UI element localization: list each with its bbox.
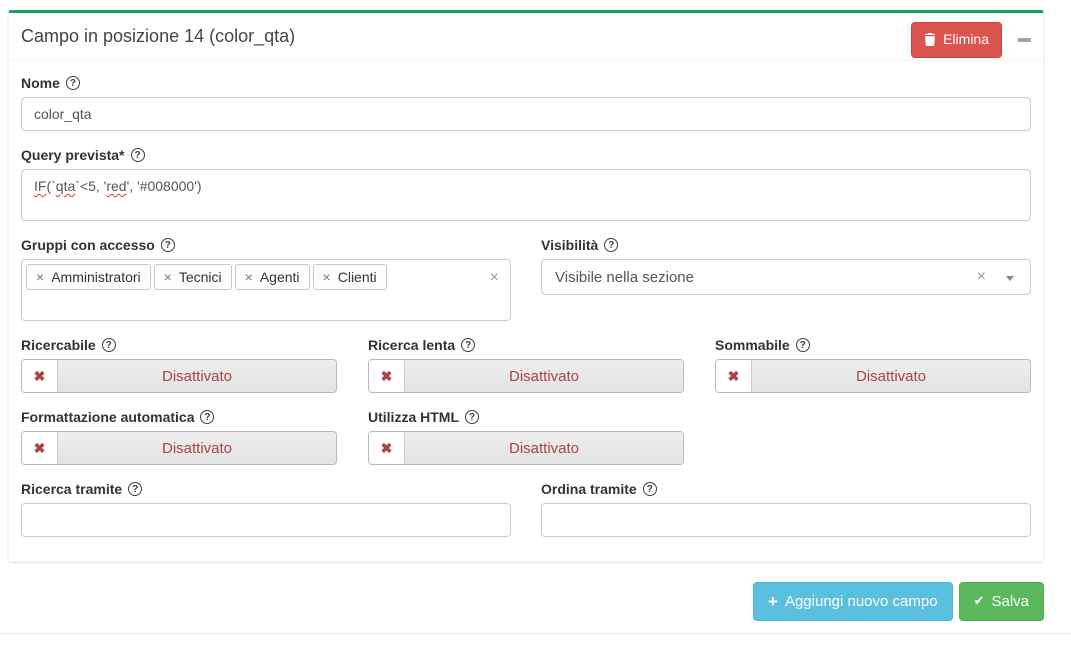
tag-remove-icon[interactable]: × bbox=[245, 268, 253, 286]
row-toggles-2: Formattazione automatica ? ✖ Disattivato… bbox=[21, 409, 1031, 465]
collapse-minus-icon[interactable] bbox=[1018, 38, 1031, 42]
trash-icon bbox=[924, 33, 936, 46]
chevron-down-icon[interactable] bbox=[1006, 276, 1014, 281]
gruppi-label: Gruppi con accesso ? bbox=[21, 237, 511, 253]
field-group-query: Query prevista* ? IF(`qta`<5, 'red', '#0… bbox=[21, 147, 1031, 221]
field-group-visibilita: Visibilità ? Visibile nella sezione × bbox=[541, 237, 1031, 321]
help-icon[interactable]: ? bbox=[128, 482, 142, 496]
gruppi-multiselect[interactable]: × Amministratori × Tecnici × Agenti × bbox=[21, 259, 511, 321]
group-tag: × Tecnici bbox=[154, 264, 232, 290]
help-icon[interactable]: ? bbox=[131, 148, 145, 162]
query-text-part: qta bbox=[56, 178, 75, 194]
plus-icon: + bbox=[768, 593, 778, 610]
check-icon: ✔ bbox=[974, 592, 985, 610]
row-access-visibility: Gruppi con accesso ? × Amministratori × … bbox=[21, 237, 1031, 321]
toggle-state-label: Disattivato bbox=[405, 432, 683, 464]
toggle-off-x-icon: ✖ bbox=[22, 432, 58, 464]
visibilita-label: Visibilità ? bbox=[541, 237, 1031, 253]
group-tag: × Agenti bbox=[235, 264, 310, 290]
help-icon[interactable]: ? bbox=[461, 338, 475, 352]
help-icon[interactable]: ? bbox=[604, 238, 618, 252]
help-icon[interactable]: ? bbox=[161, 238, 175, 252]
field-group-ricercabile: Ricercabile ? ✖ Disattivato bbox=[21, 337, 337, 393]
tag-remove-icon[interactable]: × bbox=[36, 268, 44, 286]
toggle-off-x-icon: ✖ bbox=[369, 432, 405, 464]
toggle-state-label: Disattivato bbox=[405, 360, 683, 392]
tag-label: Clienti bbox=[338, 268, 377, 286]
field-group-gruppi: Gruppi con accesso ? × Amministratori × … bbox=[21, 237, 511, 321]
query-text-part: IF bbox=[34, 178, 46, 194]
save-button-label: Salva bbox=[991, 591, 1029, 612]
formattazione-label: Formattazione automatica ? bbox=[21, 409, 337, 425]
utilizza-html-toggle[interactable]: ✖ Disattivato bbox=[368, 431, 684, 465]
field-group-utilizza-html: Utilizza HTML ? ✖ Disattivato bbox=[368, 409, 684, 465]
group-tag: × Clienti bbox=[313, 264, 387, 290]
utilizza-html-label: Utilizza HTML ? bbox=[368, 409, 684, 425]
toggle-state-label: Disattivato bbox=[58, 432, 336, 464]
help-icon[interactable]: ? bbox=[66, 76, 80, 90]
ordina-tramite-input[interactable] bbox=[541, 503, 1031, 537]
ricercabile-label: Ricercabile ? bbox=[21, 337, 337, 353]
help-icon[interactable]: ? bbox=[643, 482, 657, 496]
toggle-state-label: Disattivato bbox=[58, 360, 336, 392]
help-icon[interactable]: ? bbox=[796, 338, 810, 352]
page-divider bbox=[0, 633, 1071, 634]
help-icon[interactable]: ? bbox=[465, 410, 479, 424]
ricerca-lenta-toggle[interactable]: ✖ Disattivato bbox=[368, 359, 684, 393]
tag-label: Agenti bbox=[260, 268, 300, 286]
ordina-tramite-label: Ordina tramite ? bbox=[541, 481, 1031, 497]
query-text-part: red bbox=[106, 178, 126, 194]
footer-actions: + Aggiungi nuovo campo ✔ Salva bbox=[8, 582, 1044, 621]
select-clear-icon[interactable]: × bbox=[977, 269, 986, 285]
field-group-formattazione: Formattazione automatica ? ✖ Disattivato bbox=[21, 409, 337, 465]
page-title: Campo in posizione 14 (color_qta) bbox=[21, 26, 1031, 47]
save-button[interactable]: ✔ Salva bbox=[959, 582, 1044, 621]
field-group-ricerca-lenta: Ricerca lenta ? ✖ Disattivato bbox=[368, 337, 684, 393]
row-toggles-1: Ricercabile ? ✖ Disattivato Ricerca lent… bbox=[21, 337, 1031, 393]
toggle-off-x-icon: ✖ bbox=[22, 360, 58, 392]
query-text-part: `<5, ' bbox=[75, 178, 106, 194]
add-field-button-label: Aggiungi nuovo campo bbox=[785, 591, 938, 612]
field-group-ricerca-tramite: Ricerca tramite ? bbox=[21, 481, 511, 537]
empty-column bbox=[715, 409, 1031, 465]
field-group-nome: Nome ? bbox=[21, 75, 1031, 131]
query-label: Query prevista* ? bbox=[21, 147, 1031, 163]
toggle-off-x-icon: ✖ bbox=[716, 360, 752, 392]
toggle-state-label: Disattivato bbox=[752, 360, 1030, 392]
nome-input[interactable] bbox=[21, 97, 1031, 131]
card-tools: Elimina bbox=[911, 22, 1031, 58]
card-body: Nome ? Query prevista* ? IF(`qta`<5, 're… bbox=[9, 61, 1043, 561]
help-icon[interactable]: ? bbox=[200, 410, 214, 424]
ricerca-lenta-label: Ricerca lenta ? bbox=[368, 337, 684, 353]
field-group-ordina-tramite: Ordina tramite ? bbox=[541, 481, 1031, 537]
help-icon[interactable]: ? bbox=[102, 338, 116, 352]
formattazione-toggle[interactable]: ✖ Disattivato bbox=[21, 431, 337, 465]
tag-remove-icon[interactable]: × bbox=[323, 268, 331, 286]
query-text-part: ', '#008000') bbox=[127, 178, 202, 194]
tag-label: Amministratori bbox=[51, 268, 140, 286]
sommabile-toggle[interactable]: ✖ Disattivato bbox=[715, 359, 1031, 393]
visibilita-select[interactable]: Visibile nella sezione × bbox=[541, 259, 1031, 295]
field-group-sommabile: Sommabile ? ✖ Disattivato bbox=[715, 337, 1031, 393]
row-search-order: Ricerca tramite ? Ordina tramite ? bbox=[21, 481, 1031, 537]
sommabile-label: Sommabile ? bbox=[715, 337, 1031, 353]
tag-label: Tecnici bbox=[179, 268, 222, 286]
visibilita-selected-value: Visibile nella sezione bbox=[555, 269, 694, 286]
ricerca-tramite-label: Ricerca tramite ? bbox=[21, 481, 511, 497]
group-tag: × Amministratori bbox=[26, 264, 151, 290]
ricercabile-toggle[interactable]: ✖ Disattivato bbox=[21, 359, 337, 393]
query-text-part: (` bbox=[46, 178, 55, 194]
field-editor-card: Campo in posizione 14 (color_qta) Elimin… bbox=[8, 10, 1044, 562]
delete-button[interactable]: Elimina bbox=[911, 22, 1002, 58]
card-header: Campo in posizione 14 (color_qta) Elimin… bbox=[9, 13, 1043, 61]
toggle-off-x-icon: ✖ bbox=[369, 360, 405, 392]
nome-label: Nome ? bbox=[21, 75, 1031, 91]
tag-remove-icon[interactable]: × bbox=[164, 268, 172, 286]
ricerca-tramite-input[interactable] bbox=[21, 503, 511, 537]
clear-all-icon[interactable]: × bbox=[490, 270, 499, 286]
query-textarea[interactable]: IF(`qta`<5, 'red', '#008000') bbox=[21, 169, 1031, 221]
delete-button-label: Elimina bbox=[943, 30, 989, 50]
add-field-button[interactable]: + Aggiungi nuovo campo bbox=[753, 582, 953, 621]
